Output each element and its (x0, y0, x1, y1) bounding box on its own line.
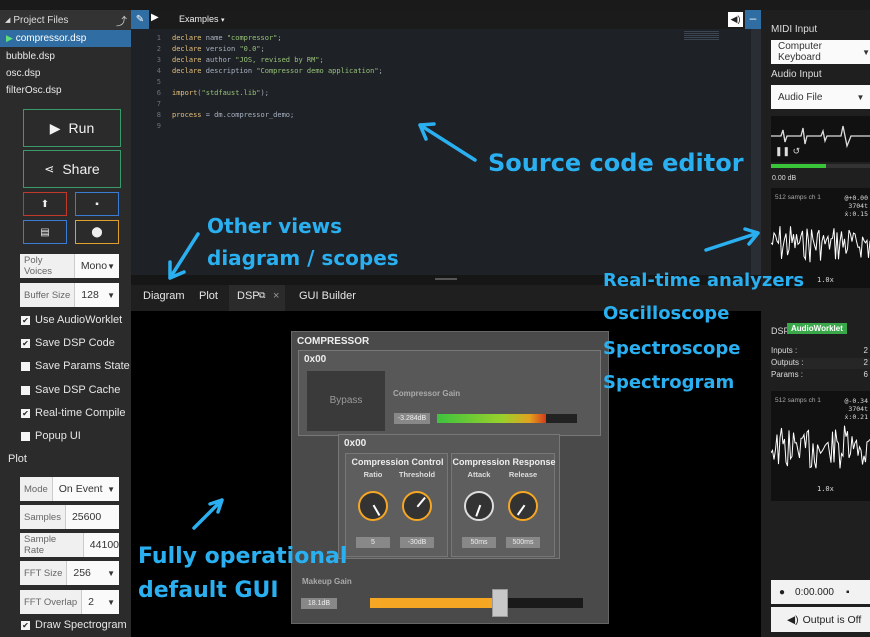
annotation-gui-1: Fully operational (138, 544, 348, 569)
annotation-oscilloscope: Oscilloscope (603, 303, 730, 324)
stat-key: Outputs : (771, 358, 804, 367)
dsp-stat-row: Params : 6 (771, 370, 870, 381)
annotation-spectrogram: Spectrogram (603, 372, 735, 393)
annotation-spectroscope: Spectroscope (603, 338, 741, 359)
annotation-views-2: diagram / scopes (207, 246, 399, 270)
arrow-analyzers (704, 227, 760, 252)
stat-value: 2 (863, 346, 868, 355)
annotation-arrows (168, 122, 760, 530)
stat-key: Inputs : (771, 346, 798, 355)
arrow-gui (192, 498, 224, 530)
stat-value: 6 (863, 370, 868, 379)
annotation-editor: Source code editor (488, 149, 744, 177)
stat-value: 2 (863, 358, 868, 367)
annotation-gui-2: default GUI (138, 578, 279, 603)
annotation-analyzers: Real-time analyzers (603, 270, 805, 291)
arrow-editor (418, 122, 477, 162)
stat-key: Params : (771, 370, 804, 379)
dsp-stat-row: Inputs : 2 (771, 346, 870, 357)
dsp-stat-row: Outputs : 2 (771, 358, 870, 369)
arrow-views (168, 232, 200, 280)
annotation-views-1: Other views (207, 214, 343, 238)
